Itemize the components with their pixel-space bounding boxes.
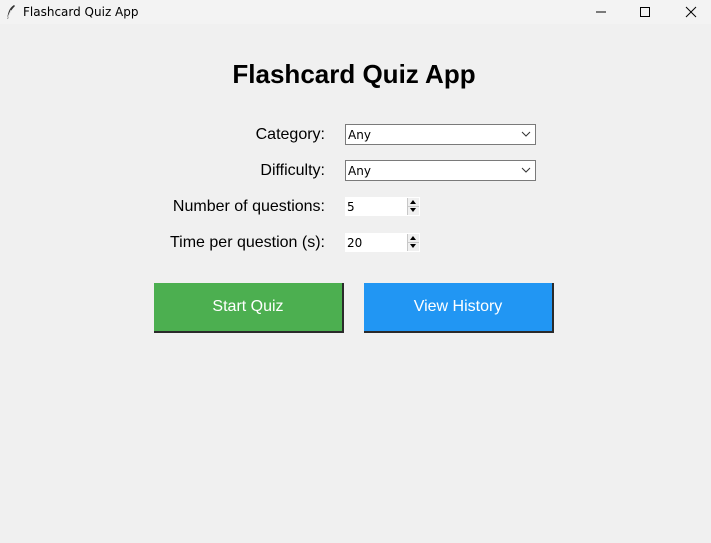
start-quiz-button[interactable]: Start Quiz xyxy=(154,283,344,333)
window-title: Flashcard Quiz App xyxy=(23,5,139,19)
feather-icon xyxy=(5,4,17,20)
spin-down-icon[interactable] xyxy=(410,208,416,212)
app-window: Flashcard Quiz App Flashcard Quiz App Ca… xyxy=(0,0,711,543)
chevron-down-icon[interactable] xyxy=(521,131,531,137)
time-per-question-value: 20 xyxy=(347,236,363,250)
title-bar[interactable]: Flashcard Quiz App xyxy=(0,0,711,24)
time-per-question-spinbox[interactable]: 20 xyxy=(345,233,420,252)
spin-up-icon[interactable] xyxy=(410,200,416,204)
close-icon xyxy=(685,6,697,18)
page-title-text: Flashcard Quiz App xyxy=(232,59,476,89)
page-title: Flashcard Quiz App xyxy=(0,59,711,90)
close-button[interactable] xyxy=(668,0,711,24)
category-value: Any xyxy=(348,128,371,142)
view-history-button[interactable]: View History xyxy=(364,283,554,333)
maximize-button[interactable] xyxy=(622,0,668,24)
spin-divider xyxy=(408,242,419,243)
num-questions-label: Number of questions: xyxy=(172,198,325,215)
difficulty-label: Difficulty: xyxy=(260,162,325,179)
spin-arrows[interactable] xyxy=(407,198,419,215)
spin-down-icon[interactable] xyxy=(410,244,416,248)
chevron-down-icon[interactable] xyxy=(521,167,531,173)
spin-divider xyxy=(408,206,419,207)
spin-up-icon[interactable] xyxy=(410,236,416,240)
num-questions-spinbox[interactable]: 5 xyxy=(345,197,420,216)
difficulty-value: Any xyxy=(348,164,371,178)
minimize-button[interactable] xyxy=(578,0,624,24)
maximize-icon xyxy=(640,7,650,17)
spin-arrows[interactable] xyxy=(407,234,419,251)
category-combobox[interactable]: Any xyxy=(345,124,536,145)
difficulty-combobox[interactable]: Any xyxy=(345,160,536,181)
num-questions-value: 5 xyxy=(347,200,355,214)
minimize-icon xyxy=(596,11,606,13)
category-label: Category: xyxy=(255,126,325,143)
time-per-question-label: Time per question (s): xyxy=(169,234,325,251)
